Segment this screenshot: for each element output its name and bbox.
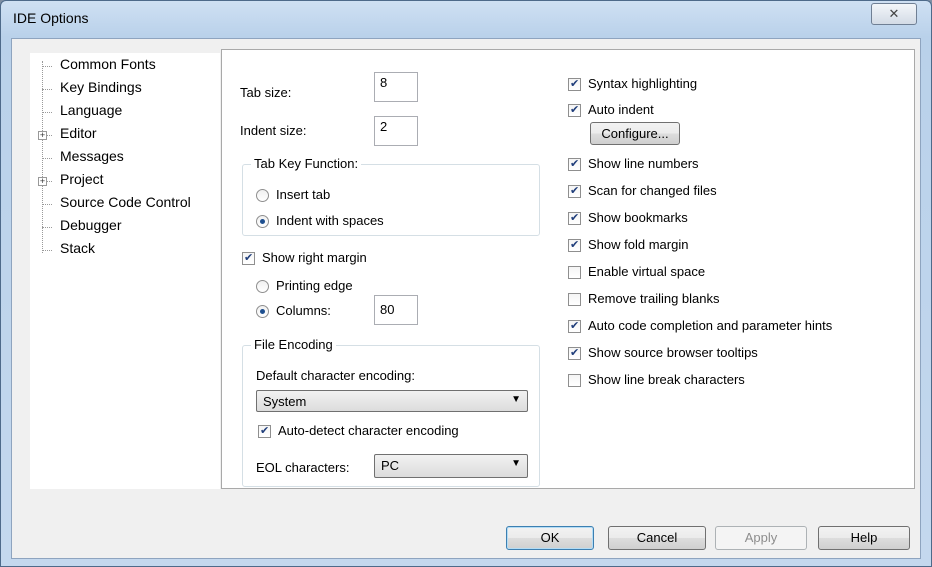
tree-item-project[interactable]: + Project xyxy=(30,170,220,192)
show-line-numbers-label: Show line numbers xyxy=(588,156,699,171)
default-encoding-value: System xyxy=(263,394,307,409)
close-icon: ✕ xyxy=(888,6,900,21)
show-bookmarks-label: Show bookmarks xyxy=(588,210,688,225)
show-fold-margin-label: Show fold margin xyxy=(588,237,689,252)
ok-button[interactable]: OK xyxy=(506,526,594,550)
tree-item-label: Project xyxy=(60,171,104,187)
eol-characters-value: PC xyxy=(381,458,400,473)
tree-item-label: Source Code Control xyxy=(60,194,191,210)
printing-edge-label: Printing edge xyxy=(276,278,353,293)
tab-size-input[interactable]: 8 xyxy=(374,72,418,102)
auto-code-completion-checkbox[interactable] xyxy=(568,319,581,333)
columns-radio[interactable] xyxy=(256,305,269,318)
show-source-browser-tooltips-checkbox[interactable] xyxy=(568,346,581,360)
show-right-margin-checkbox[interactable] xyxy=(242,251,255,265)
tab-key-function-title: Tab Key Function: xyxy=(251,156,362,171)
expand-plus-icon[interactable]: + xyxy=(38,131,47,140)
category-tree: Common Fonts Key Bindings Language + Edi… xyxy=(30,53,220,489)
show-line-numbers-checkbox[interactable] xyxy=(568,157,581,171)
scan-for-changed-files-label: Scan for changed files xyxy=(588,183,717,198)
window-title: IDE Options xyxy=(13,10,89,26)
auto-code-completion-label: Auto code completion and parameter hints xyxy=(588,318,833,333)
editor-options-panel: Tab size: 8 Indent size: 2 Tab Key Funct… xyxy=(221,49,915,489)
indent-size-label: Indent size: xyxy=(240,123,307,138)
tree-item-messages[interactable]: Messages xyxy=(30,147,220,169)
show-line-break-characters-label: Show line break characters xyxy=(588,372,745,387)
show-line-break-characters-checkbox[interactable] xyxy=(568,374,581,387)
printing-edge-radio[interactable] xyxy=(256,280,269,293)
remove-trailing-blanks-checkbox[interactable] xyxy=(568,293,581,306)
columns-input[interactable]: 80 xyxy=(374,295,418,325)
auto-indent-checkbox[interactable] xyxy=(568,103,581,117)
title-bar[interactable]: IDE Options ✕ xyxy=(1,1,931,35)
tree-item-language[interactable]: Language xyxy=(30,101,220,123)
configure-button[interactable]: Configure... xyxy=(590,122,680,145)
syntax-highlighting-checkbox[interactable] xyxy=(568,77,581,91)
remove-trailing-blanks-label: Remove trailing blanks xyxy=(588,291,720,306)
tree-item-label: Stack xyxy=(60,240,96,256)
insert-tab-label: Insert tab xyxy=(276,187,331,202)
tree-item-label: Language xyxy=(60,102,123,118)
columns-label: Columns: xyxy=(276,303,331,318)
show-source-browser-tooltips-label: Show source browser tooltips xyxy=(588,345,758,360)
cancel-button[interactable]: Cancel xyxy=(608,526,706,550)
insert-tab-radio[interactable] xyxy=(256,189,269,202)
tree-item-label: Messages xyxy=(60,148,124,164)
show-fold-margin-checkbox[interactable] xyxy=(568,238,581,252)
auto-indent-label: Auto indent xyxy=(588,102,654,117)
eol-characters-dropdown[interactable]: PC ▼ xyxy=(374,454,528,478)
tree-item-stack[interactable]: Stack xyxy=(30,239,220,261)
dropdown-arrow-icon: ▼ xyxy=(511,458,521,469)
tab-size-label: Tab size: xyxy=(240,85,292,100)
auto-detect-encoding-label: Auto-detect character encoding xyxy=(278,423,459,438)
enable-virtual-space-checkbox[interactable] xyxy=(568,266,581,279)
show-right-margin-label: Show right margin xyxy=(262,250,367,265)
tree-item-debugger[interactable]: Debugger xyxy=(30,216,220,238)
tree-item-label: Key Bindings xyxy=(60,79,142,95)
close-button[interactable]: ✕ xyxy=(871,3,917,25)
tree-item-editor[interactable]: + Editor xyxy=(30,124,220,146)
scan-for-changed-files-checkbox[interactable] xyxy=(568,184,581,198)
tree-item-label: Common Fonts xyxy=(60,56,156,72)
show-bookmarks-checkbox[interactable] xyxy=(568,211,581,225)
enable-virtual-space-label: Enable virtual space xyxy=(588,264,706,279)
indent-with-spaces-radio[interactable] xyxy=(256,215,269,228)
eol-characters-label: EOL characters: xyxy=(256,460,350,475)
auto-detect-encoding-checkbox[interactable] xyxy=(258,424,271,438)
apply-button[interactable]: Apply xyxy=(715,526,807,550)
expand-plus-icon[interactable]: + xyxy=(38,177,47,186)
syntax-highlighting-label: Syntax highlighting xyxy=(588,76,698,91)
default-encoding-dropdown[interactable]: System ▼ xyxy=(256,390,528,412)
ide-options-window: IDE Options ✕ Common Fonts Key Bindings … xyxy=(0,0,932,567)
dropdown-arrow-icon: ▼ xyxy=(511,394,521,405)
indent-with-spaces-label: Indent with spaces xyxy=(276,213,384,228)
help-button[interactable]: Help xyxy=(818,526,910,550)
tree-item-key-bindings[interactable]: Key Bindings xyxy=(30,78,220,100)
file-encoding-title: File Encoding xyxy=(251,337,336,352)
tree-item-label: Editor xyxy=(60,125,97,141)
indent-size-input[interactable]: 2 xyxy=(374,116,418,146)
default-encoding-label: Default character encoding: xyxy=(256,368,415,383)
tree-item-common-fonts[interactable]: Common Fonts xyxy=(30,55,220,77)
tree-item-source-code-control[interactable]: Source Code Control xyxy=(30,193,220,215)
dialog-client-area: Common Fonts Key Bindings Language + Edi… xyxy=(11,38,921,559)
tree-item-label: Debugger xyxy=(60,217,122,233)
